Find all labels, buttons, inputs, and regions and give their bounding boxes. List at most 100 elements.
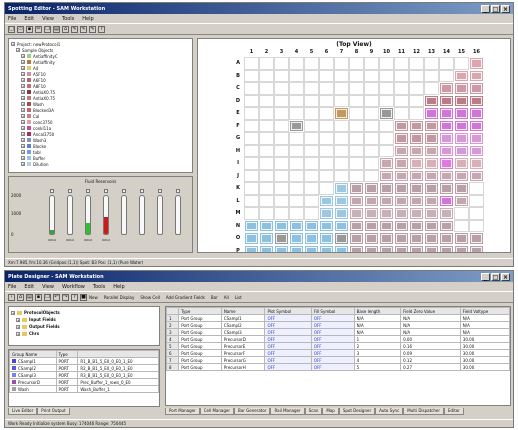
table-cell[interactable]: OFF bbox=[310, 342, 355, 350]
plate-well[interactable] bbox=[469, 144, 484, 157]
plate-well[interactable] bbox=[424, 144, 439, 157]
open-icon[interactable]: ▭ bbox=[17, 25, 24, 33]
plate-well[interactable] bbox=[289, 144, 304, 157]
plate-well[interactable] bbox=[319, 244, 334, 252]
plate-well[interactable] bbox=[319, 107, 334, 120]
plate-well[interactable] bbox=[364, 194, 379, 207]
table-cell[interactable]: 0.27 bbox=[400, 363, 461, 371]
table-row[interactable]: 8 Port Group PrecursorH OFF OFF 5 0.27 30.00 bbox=[166, 363, 510, 371]
plate-well[interactable] bbox=[394, 194, 409, 207]
plate-well[interactable] bbox=[454, 144, 469, 157]
table-cell[interactable]: OFF bbox=[264, 314, 312, 322]
plate-well[interactable] bbox=[394, 169, 409, 182]
redo-icon[interactable]: ↷ bbox=[62, 293, 69, 301]
close-icon[interactable]: × bbox=[501, 4, 510, 13]
plate-well[interactable] bbox=[319, 132, 334, 145]
plate-well[interactable] bbox=[409, 69, 424, 82]
plate-well[interactable] bbox=[304, 94, 319, 107]
plate-well[interactable] bbox=[439, 157, 454, 170]
tab-item[interactable]: Editor bbox=[444, 408, 464, 415]
plate-well[interactable] bbox=[394, 107, 409, 120]
group-row[interactable]: Wash PORT Wash_Buffer_1 bbox=[9, 385, 159, 393]
plate-well[interactable] bbox=[364, 94, 379, 107]
plate-well[interactable] bbox=[424, 219, 439, 232]
tree-item[interactable]: + Output Fields bbox=[11, 323, 157, 330]
port-col-header[interactable]: Name bbox=[220, 307, 266, 315]
plate-well[interactable] bbox=[244, 182, 259, 195]
plate-well[interactable] bbox=[454, 107, 469, 120]
plate-well[interactable] bbox=[289, 194, 304, 207]
table-cell[interactable]: 0.00 bbox=[400, 335, 461, 343]
plate-well[interactable] bbox=[274, 169, 289, 182]
plate-well[interactable] bbox=[394, 207, 409, 220]
group-row[interactable]: CSampl3 PORT R3_B_B1_5_E0_0_E0_1_E0 bbox=[9, 371, 159, 379]
plate-well[interactable] bbox=[259, 94, 274, 107]
menu-edit[interactable]: Edit bbox=[24, 16, 34, 22]
copy-icon[interactable]: ❐ bbox=[44, 293, 51, 301]
plate-well[interactable] bbox=[304, 132, 319, 145]
plate-well[interactable] bbox=[274, 119, 289, 132]
plate-well[interactable] bbox=[469, 157, 484, 170]
tree-item[interactable]: + Chrs bbox=[11, 330, 157, 337]
plate-well[interactable] bbox=[364, 157, 379, 170]
plate-well[interactable] bbox=[289, 82, 304, 95]
plate-well[interactable] bbox=[454, 232, 469, 245]
plate-well[interactable] bbox=[439, 82, 454, 95]
plate-well[interactable] bbox=[379, 94, 394, 107]
print-icon[interactable]: ▤ bbox=[53, 25, 60, 33]
plate-well[interactable] bbox=[379, 182, 394, 195]
copy-icon[interactable]: ❐ bbox=[44, 25, 51, 33]
port-col-header[interactable]: Field Valtype bbox=[459, 307, 510, 315]
tree-item[interactable]: + Dilution bbox=[11, 161, 190, 167]
expand-icon[interactable]: + bbox=[21, 84, 25, 88]
plate-well[interactable] bbox=[259, 169, 274, 182]
plate-well[interactable] bbox=[304, 244, 319, 252]
plate-well[interactable] bbox=[409, 232, 424, 245]
plate-well[interactable] bbox=[394, 219, 409, 232]
minimize-icon[interactable]: _ bbox=[481, 272, 490, 281]
tab-item[interactable]: Spot Designer bbox=[338, 408, 376, 415]
plate-well[interactable] bbox=[439, 232, 454, 245]
menu-file[interactable]: File bbox=[8, 284, 16, 290]
port-col-header[interactable]: Base length bbox=[353, 307, 402, 315]
plate-well[interactable] bbox=[379, 107, 394, 120]
plate-well[interactable] bbox=[364, 244, 379, 252]
plate-well[interactable] bbox=[349, 69, 364, 82]
plate-well[interactable] bbox=[409, 94, 424, 107]
plate-well[interactable] bbox=[469, 119, 484, 132]
plate-well[interactable] bbox=[469, 69, 484, 82]
plate-well[interactable] bbox=[349, 182, 364, 195]
table-cell[interactable]: 5 bbox=[353, 363, 402, 371]
plate-well[interactable] bbox=[469, 82, 484, 95]
plate-well[interactable] bbox=[259, 107, 274, 120]
plate-well[interactable] bbox=[454, 244, 469, 252]
table-cell[interactable]: OFF bbox=[310, 314, 355, 322]
plate-well[interactable] bbox=[244, 244, 259, 252]
tree-item[interactable]: + ProtocolObjects bbox=[11, 309, 157, 316]
plate-well[interactable] bbox=[364, 82, 379, 95]
plate-well[interactable] bbox=[244, 144, 259, 157]
plate-well[interactable] bbox=[319, 57, 334, 70]
plate-well[interactable] bbox=[409, 144, 424, 157]
plate-well[interactable] bbox=[259, 207, 274, 220]
table-cell[interactable]: 30.00 bbox=[459, 349, 510, 357]
plate-well[interactable] bbox=[454, 169, 469, 182]
menu-help[interactable]: Help bbox=[113, 284, 124, 290]
plate-well[interactable] bbox=[319, 232, 334, 245]
plate-well[interactable] bbox=[334, 182, 349, 195]
plate-well[interactable] bbox=[469, 232, 484, 245]
expand-icon[interactable]: + bbox=[21, 90, 25, 94]
plate-well[interactable] bbox=[394, 244, 409, 252]
maximize-icon[interactable]: □ bbox=[491, 272, 500, 281]
plate-well[interactable] bbox=[409, 157, 424, 170]
plate-well[interactable] bbox=[424, 207, 439, 220]
tab-item[interactable]: Auto Sync bbox=[375, 408, 404, 415]
plate-well[interactable] bbox=[469, 107, 484, 120]
plate-well[interactable] bbox=[259, 69, 274, 82]
plate-well[interactable] bbox=[379, 119, 394, 132]
plate-well[interactable] bbox=[364, 169, 379, 182]
tab-item[interactable]: Bar Generator bbox=[234, 408, 271, 415]
plate-well[interactable] bbox=[334, 94, 349, 107]
plate-well[interactable] bbox=[289, 232, 304, 245]
plate-well[interactable] bbox=[319, 169, 334, 182]
